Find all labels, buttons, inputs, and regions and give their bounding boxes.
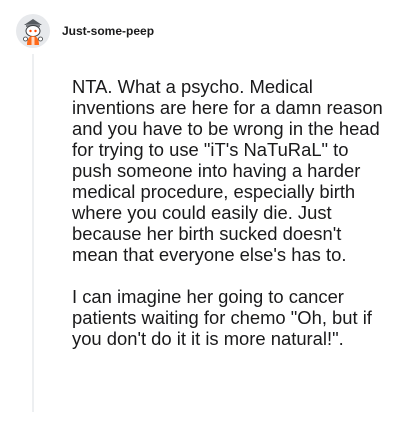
- comment-paragraph-1: NTA. What a psycho. Medical inventions a…: [72, 76, 383, 265]
- avatar[interactable]: [16, 14, 50, 48]
- comment-paragraph-2: I can imagine her going to cancer patien…: [72, 286, 372, 349]
- thread-line[interactable]: [32, 54, 34, 412]
- comment-body: NTA. What a psycho. Medical inventions a…: [72, 76, 388, 349]
- username-link[interactable]: Just-some-peep: [62, 24, 154, 38]
- snoo-avatar-icon: [16, 14, 50, 48]
- comment-card: Just-some-peep NTA. What a psycho. Medic…: [0, 0, 400, 428]
